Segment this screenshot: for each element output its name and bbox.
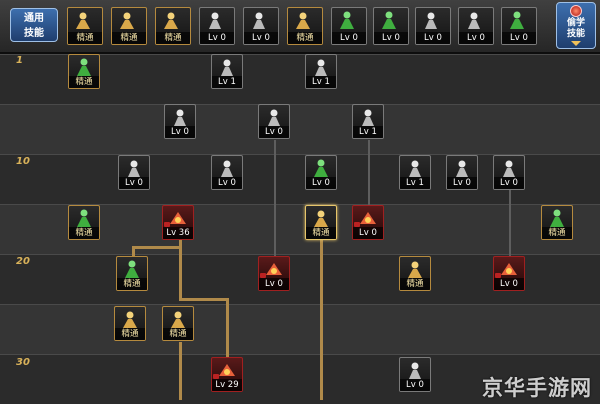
skill-level-label: Lv 36: [163, 227, 193, 239]
tree-connector: [509, 190, 511, 258]
tree-row-band: [0, 104, 600, 154]
common-skill-sprint-figure[interactable]: 精通: [155, 7, 191, 45]
skill-level-label: Lv 0: [459, 32, 493, 44]
skill-level-label: Lv 0: [447, 177, 477, 189]
tree-connector: [132, 246, 182, 249]
chevron-down-icon[interactable]: [571, 41, 581, 46]
skill-level-label: Lv 0: [212, 177, 242, 189]
tree-connector: [274, 140, 276, 258]
skill-level-label: Lv 0: [374, 32, 408, 44]
skill-level-label: 精通: [112, 32, 146, 44]
common-skill-strongman[interactable]: Lv 0: [458, 7, 494, 45]
triple-hit-skill[interactable]: 精通: [114, 306, 146, 341]
skill-level-label: Lv 29: [212, 379, 242, 391]
skill-level-label: 精通: [542, 227, 572, 239]
common-skill-dash-green[interactable]: Lv 0: [373, 7, 409, 45]
green-book-skill[interactable]: 精通: [68, 54, 100, 89]
helmet-skill[interactable]: 精通: [162, 306, 194, 341]
tree-row-band: [0, 304, 600, 354]
aura-figure-skill[interactable]: 精通: [68, 205, 100, 240]
common-skill-dual-blade[interactable]: Lv 0: [501, 7, 537, 45]
skill-level-label: Lv 0: [416, 32, 450, 44]
flame-rush-skill[interactable]: Lv 29: [211, 357, 243, 392]
level-marker-30: 30: [16, 357, 30, 368]
skill-level-label: Lv 0: [494, 177, 524, 189]
steal-skill-label: 偷学 技能: [566, 18, 585, 39]
level-marker-10: 10: [16, 156, 30, 167]
skill-level-label: Lv 0: [259, 278, 289, 290]
flame-pillar-skill[interactable]: Lv 0: [258, 256, 290, 291]
fire-dash-skill[interactable]: Lv 36: [162, 205, 194, 240]
tree-connector: [226, 298, 229, 358]
skill-level-label: 精通: [117, 278, 147, 290]
pillar-burst-skill[interactable]: Lv 1: [352, 104, 384, 139]
red-orb-icon: [570, 5, 582, 17]
skill-level-label: Lv 0: [244, 32, 278, 44]
tree-row-divider: [0, 104, 600, 105]
skill-level-label: 精通: [156, 32, 190, 44]
tree-connector: [320, 240, 323, 400]
tree-row-divider: [0, 354, 600, 355]
skill-level-label: Lv 0: [332, 32, 366, 44]
common-skill-squat-figure[interactable]: 精通: [67, 7, 103, 45]
common-skill-eye[interactable]: Lv 0: [415, 7, 451, 45]
green-arrow-skill[interactable]: 精通: [116, 256, 148, 291]
skill-level-label: Lv 0: [353, 227, 383, 239]
skill-level-label: 精通: [68, 32, 102, 44]
steal-skill-button[interactable]: 偷学 技能: [556, 2, 596, 49]
green-star-skill[interactable]: 精通: [541, 205, 573, 240]
common-skills-label: 通用 技能: [10, 8, 58, 42]
skill-level-label: 精通: [69, 227, 99, 239]
skill-level-label: 精通: [306, 227, 336, 239]
wing-dash-skill[interactable]: Lv 1: [399, 155, 431, 190]
hammer-strike-skill[interactable]: Lv 1: [305, 54, 337, 89]
skill-level-label: 精通: [69, 76, 99, 88]
sword-slide-skill[interactable]: Lv 0: [399, 357, 431, 392]
skill-level-label: Lv 0: [119, 177, 149, 189]
spin-slash-skill[interactable]: Lv 0: [211, 155, 243, 190]
blast-strike-skill[interactable]: Lv 0: [352, 205, 384, 240]
skill-level-label: Lv 0: [165, 126, 195, 138]
rush-kick-skill[interactable]: Lv 0: [493, 256, 525, 291]
scatter-shot-skill[interactable]: Lv 0: [118, 155, 150, 190]
tree-connector: [179, 342, 182, 400]
common-skill-eagle-wings[interactable]: Lv 0: [199, 7, 235, 45]
whirl-strike-skill[interactable]: Lv 0: [446, 155, 478, 190]
bow-figure-skill[interactable]: Lv 0: [258, 104, 290, 139]
skill-level-label: Lv 1: [212, 76, 242, 88]
upper-kick-skill[interactable]: Lv 0: [493, 155, 525, 190]
skill-level-label: Lv 0: [494, 278, 524, 290]
skill-level-label: Lv 0: [502, 32, 536, 44]
rock-throw-skill[interactable]: Lv 1: [211, 54, 243, 89]
level-marker-20: 20: [16, 256, 30, 267]
level-marker-1: 1: [16, 55, 23, 66]
skill-level-label: Lv 0: [306, 177, 336, 189]
ground-smash-skill[interactable]: 精通: [305, 205, 337, 240]
tree-connector: [368, 140, 370, 206]
common-skill-flail-figure[interactable]: 精通: [111, 7, 147, 45]
common-skill-crosshair[interactable]: 精通: [287, 7, 323, 45]
tree-connector: [179, 298, 229, 301]
skill-level-label: 精通: [288, 32, 322, 44]
skill-level-label: Lv 0: [200, 32, 234, 44]
flex-figure-skill[interactable]: Lv 0: [164, 104, 196, 139]
watermark: 京华手游网: [482, 376, 592, 400]
skill-level-label: 精通: [115, 328, 145, 340]
skill-level-label: Lv 1: [353, 126, 383, 138]
green-armor-skill[interactable]: Lv 0: [305, 155, 337, 190]
tree-row-divider: [0, 304, 600, 305]
common-skills-bar: 通用 技能 精通 精通 精通 Lv 0 Lv 0 精通 Lv 0 Lv 0 Lv 0 Lv 0 Lv…: [0, 0, 600, 54]
skill-level-label: 精通: [163, 328, 193, 340]
skill-level-label: 精通: [400, 278, 430, 290]
tree-connector: [179, 240, 182, 298]
common-skill-target-scope[interactable]: Lv 0: [243, 7, 279, 45]
common-skill-crouch-green[interactable]: Lv 0: [331, 7, 367, 45]
shield-crest-skill[interactable]: 精通: [399, 256, 431, 291]
skill-level-label: Lv 0: [259, 126, 289, 138]
skill-level-label: Lv 1: [400, 177, 430, 189]
skill-level-label: Lv 1: [306, 76, 336, 88]
skill-level-label: Lv 0: [400, 379, 430, 391]
